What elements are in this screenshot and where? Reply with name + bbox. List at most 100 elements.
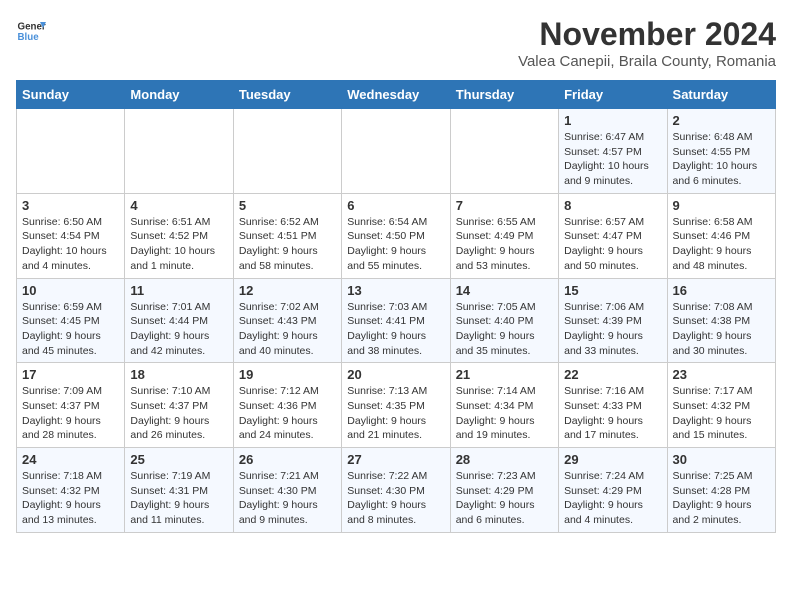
header-cell-sunday: Sunday — [17, 81, 125, 109]
day-info: Sunrise: 7:16 AM Sunset: 4:33 PM Dayligh… — [564, 384, 661, 443]
day-info: Sunrise: 6:52 AM Sunset: 4:51 PM Dayligh… — [239, 215, 336, 274]
day-info: Sunrise: 7:08 AM Sunset: 4:38 PM Dayligh… — [673, 300, 770, 359]
day-number: 28 — [456, 452, 553, 467]
day-info: Sunrise: 6:54 AM Sunset: 4:50 PM Dayligh… — [347, 215, 444, 274]
day-cell — [233, 109, 341, 194]
day-cell: 11Sunrise: 7:01 AM Sunset: 4:44 PM Dayli… — [125, 278, 233, 363]
day-number: 21 — [456, 367, 553, 382]
day-number: 25 — [130, 452, 227, 467]
main-title: November 2024 — [518, 16, 776, 53]
day-number: 30 — [673, 452, 770, 467]
day-number: 3 — [22, 198, 119, 213]
day-number: 20 — [347, 367, 444, 382]
day-info: Sunrise: 7:25 AM Sunset: 4:28 PM Dayligh… — [673, 469, 770, 528]
week-row-2: 3 Sunrise: 6:50 AM Sunset: 4:54 PM Daylig… — [17, 193, 776, 278]
day-info: Sunrise: 6:58 AM Sunset: 4:46 PM Dayligh… — [673, 215, 770, 274]
day-info: Sunrise: 7:03 AM Sunset: 4:41 PM Dayligh… — [347, 300, 444, 359]
day-info: Sunrise: 6:48 AM Sunset: 4:55 PM Dayligh… — [673, 130, 770, 189]
day-cell: 9 Sunrise: 6:58 AM Sunset: 4:46 PM Daylig… — [667, 193, 775, 278]
day-info: Sunrise: 6:57 AM Sunset: 4:47 PM Dayligh… — [564, 215, 661, 274]
day-number: 6 — [347, 198, 444, 213]
title-area: November 2024 Valea Canepii, Braila Coun… — [518, 16, 776, 70]
header-cell-wednesday: Wednesday — [342, 81, 450, 109]
day-cell: 5 Sunrise: 6:52 AM Sunset: 4:51 PM Daylig… — [233, 193, 341, 278]
day-number: 26 — [239, 452, 336, 467]
day-number: 29 — [564, 452, 661, 467]
day-cell: 3 Sunrise: 6:50 AM Sunset: 4:54 PM Daylig… — [17, 193, 125, 278]
day-cell: 13 Sunrise: 7:03 AM Sunset: 4:41 PM Dayli… — [342, 278, 450, 363]
day-cell — [125, 109, 233, 194]
header-cell-monday: Monday — [125, 81, 233, 109]
day-cell: 17 Sunrise: 7:09 AM Sunset: 4:37 PM Dayli… — [17, 363, 125, 448]
day-info: Sunrise: 6:59 AM Sunset: 4:45 PM Dayligh… — [22, 300, 119, 359]
day-info: Sunrise: 7:23 AM Sunset: 4:29 PM Dayligh… — [456, 469, 553, 528]
day-cell: 4 Sunrise: 6:51 AM Sunset: 4:52 PM Daylig… — [125, 193, 233, 278]
day-cell: 23 Sunrise: 7:17 AM Sunset: 4:32 PM Dayli… — [667, 363, 775, 448]
calendar-table: SundayMondayTuesdayWednesdayThursdayFrid… — [16, 80, 776, 533]
day-number: 17 — [22, 367, 119, 382]
day-cell: 18 Sunrise: 7:10 AM Sunset: 4:37 PM Dayli… — [125, 363, 233, 448]
day-number: 14 — [456, 283, 553, 298]
day-number: 1 — [564, 113, 661, 128]
day-number: 24 — [22, 452, 119, 467]
day-cell: 1 Sunrise: 6:47 AM Sunset: 4:57 PM Daylig… — [559, 109, 667, 194]
day-cell: 25 Sunrise: 7:19 AM Sunset: 4:31 PM Dayli… — [125, 448, 233, 533]
day-number: 8 — [564, 198, 661, 213]
day-info: Sunrise: 7:06 AM Sunset: 4:39 PM Dayligh… — [564, 300, 661, 359]
day-cell: 12 Sunrise: 7:02 AM Sunset: 4:43 PM Dayli… — [233, 278, 341, 363]
day-cell: 10Sunrise: 6:59 AM Sunset: 4:45 PM Dayli… — [17, 278, 125, 363]
day-number: 18 — [130, 367, 227, 382]
day-cell: 22 Sunrise: 7:16 AM Sunset: 4:33 PM Dayli… — [559, 363, 667, 448]
day-info: Sunrise: 7:05 AM Sunset: 4:40 PM Dayligh… — [456, 300, 553, 359]
day-cell: 24 Sunrise: 7:18 AM Sunset: 4:32 PM Dayli… — [17, 448, 125, 533]
day-number: 5 — [239, 198, 336, 213]
day-number: 16 — [673, 283, 770, 298]
day-cell: 2 Sunrise: 6:48 AM Sunset: 4:55 PM Daylig… — [667, 109, 775, 194]
day-cell: 19Sunrise: 7:12 AM Sunset: 4:36 PM Dayli… — [233, 363, 341, 448]
logo: General Blue — [16, 16, 46, 46]
day-info: Sunrise: 6:50 AM Sunset: 4:54 PM Dayligh… — [22, 215, 119, 274]
day-number: 2 — [673, 113, 770, 128]
day-info: Sunrise: 7:01 AM Sunset: 4:44 PM Dayligh… — [130, 300, 227, 359]
day-info: Sunrise: 7:13 AM Sunset: 4:35 PM Dayligh… — [347, 384, 444, 443]
day-number: 22 — [564, 367, 661, 382]
day-info: Sunrise: 7:18 AM Sunset: 4:32 PM Dayligh… — [22, 469, 119, 528]
day-info: Sunrise: 6:55 AM Sunset: 4:49 PM Dayligh… — [456, 215, 553, 274]
day-info: Sunrise: 7:21 AM Sunset: 4:30 PM Dayligh… — [239, 469, 336, 528]
svg-text:Blue: Blue — [18, 32, 40, 43]
day-number: 27 — [347, 452, 444, 467]
day-number: 13 — [347, 283, 444, 298]
day-cell — [342, 109, 450, 194]
day-number: 12 — [239, 283, 336, 298]
day-cell — [17, 109, 125, 194]
day-info: Sunrise: 7:19 AM Sunset: 4:31 PM Dayligh… — [130, 469, 227, 528]
day-cell: 28 Sunrise: 7:23 AM Sunset: 4:29 PM Dayli… — [450, 448, 558, 533]
header-row: SundayMondayTuesdayWednesdayThursdayFrid… — [17, 81, 776, 109]
header-cell-tuesday: Tuesday — [233, 81, 341, 109]
day-info: Sunrise: 6:47 AM Sunset: 4:57 PM Dayligh… — [564, 130, 661, 189]
day-cell: 8 Sunrise: 6:57 AM Sunset: 4:47 PM Daylig… — [559, 193, 667, 278]
header-cell-thursday: Thursday — [450, 81, 558, 109]
day-cell: 16 Sunrise: 7:08 AM Sunset: 4:38 PM Dayli… — [667, 278, 775, 363]
day-info: Sunrise: 7:17 AM Sunset: 4:32 PM Dayligh… — [673, 384, 770, 443]
day-number: 4 — [130, 198, 227, 213]
day-number: 9 — [673, 198, 770, 213]
header-cell-saturday: Saturday — [667, 81, 775, 109]
day-cell: 14 Sunrise: 7:05 AM Sunset: 4:40 PM Dayli… — [450, 278, 558, 363]
day-info: Sunrise: 7:10 AM Sunset: 4:37 PM Dayligh… — [130, 384, 227, 443]
day-cell: 7 Sunrise: 6:55 AM Sunset: 4:49 PM Daylig… — [450, 193, 558, 278]
header: General Blue November 2024 Valea Canepii… — [16, 16, 776, 70]
day-number: 7 — [456, 198, 553, 213]
day-cell — [450, 109, 558, 194]
header-cell-friday: Friday — [559, 81, 667, 109]
subtitle: Valea Canepii, Braila County, Romania — [518, 53, 776, 70]
day-info: Sunrise: 7:09 AM Sunset: 4:37 PM Dayligh… — [22, 384, 119, 443]
logo-icon: General Blue — [16, 16, 46, 46]
day-cell: 30 Sunrise: 7:25 AM Sunset: 4:28 PM Dayli… — [667, 448, 775, 533]
day-info: Sunrise: 6:51 AM Sunset: 4:52 PM Dayligh… — [130, 215, 227, 274]
day-info: Sunrise: 7:02 AM Sunset: 4:43 PM Dayligh… — [239, 300, 336, 359]
day-info: Sunrise: 7:24 AM Sunset: 4:29 PM Dayligh… — [564, 469, 661, 528]
day-cell: 20 Sunrise: 7:13 AM Sunset: 4:35 PM Dayli… — [342, 363, 450, 448]
day-number: 23 — [673, 367, 770, 382]
day-cell: 29 Sunrise: 7:24 AM Sunset: 4:29 PM Dayli… — [559, 448, 667, 533]
